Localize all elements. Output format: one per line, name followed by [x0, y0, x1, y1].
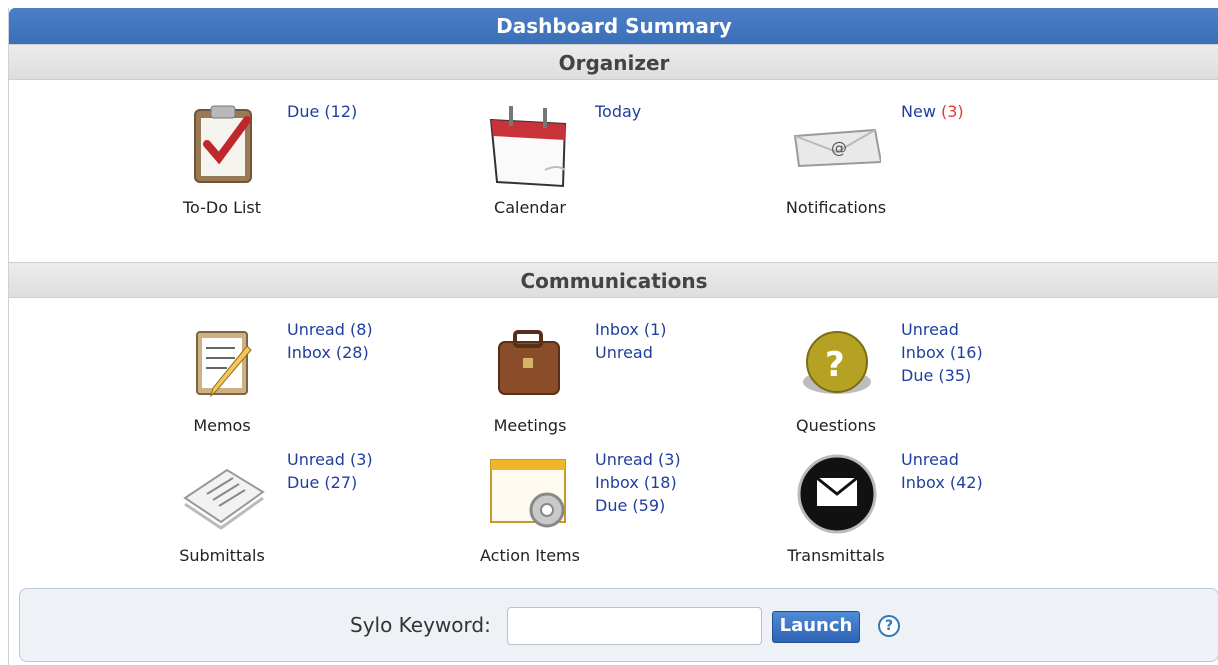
notifications-new-count: (3): [941, 102, 964, 121]
submittals-widget: Submittals Unread (3) Due (27): [177, 448, 477, 568]
action-items-widget: Action Items Unread (3) Inbox (18) Due (…: [480, 448, 785, 568]
submittals-unread-link[interactable]: Unread (3): [287, 448, 373, 471]
action-items-inbox-link[interactable]: Inbox (18): [595, 471, 681, 494]
paper-stack-icon[interactable]: [177, 448, 267, 538]
dashboard-title: Dashboard Summary: [9, 8, 1218, 44]
todo-widget: To-Do List Due (12): [177, 100, 477, 220]
launch-button[interactable]: Launch: [772, 611, 860, 643]
calendar-caption: Calendar: [494, 198, 566, 217]
sylo-keyword-label: Sylo Keyword:: [350, 613, 491, 637]
meetings-inbox-link[interactable]: Inbox (1): [595, 318, 667, 341]
notifications-widget: @ Notifications New (3): [786, 100, 1091, 220]
meetings-widget: Meetings Inbox (1) Unread: [485, 318, 785, 438]
submittals-caption: Submittals: [179, 546, 265, 565]
questions-caption: Questions: [796, 416, 876, 435]
questions-widget: ? Questions Unread Inbox (16) Due (35): [791, 318, 1091, 438]
questions-inbox-link[interactable]: Inbox (16): [901, 341, 983, 364]
action-items-due-link[interactable]: Due (59): [595, 494, 681, 517]
section-communications: Communications: [9, 262, 1218, 298]
clipboard-check-icon[interactable]: [177, 100, 267, 190]
notifications-new-link[interactable]: New (3): [901, 100, 964, 123]
memos-caption: Memos: [193, 416, 251, 435]
questions-due-link[interactable]: Due (35): [901, 364, 983, 387]
calendar-widget: Calendar Today: [485, 100, 785, 220]
window-gear-icon[interactable]: [485, 448, 575, 538]
meetings-caption: Meetings: [493, 416, 567, 435]
memo-pencil-icon[interactable]: [177, 318, 267, 408]
svg-text:@: @: [831, 138, 847, 157]
transmittals-inbox-link[interactable]: Inbox (42): [901, 471, 983, 494]
dashboard-panel: Dashboard Summary Organizer To-Do List D…: [8, 8, 1218, 665]
calendar-today-link[interactable]: Today: [595, 100, 641, 123]
memos-widget: Memos Unread (8) Inbox (28): [177, 318, 477, 438]
todo-due-link[interactable]: Due (12): [287, 100, 357, 123]
action-items-unread-link[interactable]: Unread (3): [595, 448, 681, 471]
briefcase-icon[interactable]: [485, 318, 575, 408]
memos-unread-link[interactable]: Unread (8): [287, 318, 373, 341]
transmittals-caption: Transmittals: [787, 546, 885, 565]
notifications-new-label: New: [901, 102, 936, 121]
transmittals-widget: Transmittals Unread Inbox (42): [787, 448, 1091, 568]
notifications-caption: Notifications: [785, 198, 887, 217]
submittals-due-link[interactable]: Due (27): [287, 471, 373, 494]
calendar-icon[interactable]: [485, 100, 575, 190]
questions-unread-link[interactable]: Unread: [901, 318, 983, 341]
question-button-icon[interactable]: ?: [791, 318, 881, 408]
keyword-launch-bar: Sylo Keyword: Launch ?: [19, 588, 1218, 662]
todo-caption: To-Do List: [182, 198, 262, 217]
meetings-unread-link[interactable]: Unread: [595, 341, 667, 364]
help-icon[interactable]: ?: [878, 615, 900, 637]
memos-inbox-link[interactable]: Inbox (28): [287, 341, 373, 364]
action-items-caption: Action Items: [480, 546, 580, 565]
transmittals-unread-link[interactable]: Unread: [901, 448, 983, 471]
mail-circle-icon[interactable]: [791, 448, 881, 538]
svg-text:?: ?: [825, 345, 845, 385]
envelope-at-icon[interactable]: @: [791, 100, 883, 190]
section-organizer: Organizer: [9, 44, 1218, 80]
sylo-keyword-input[interactable]: [507, 607, 762, 645]
